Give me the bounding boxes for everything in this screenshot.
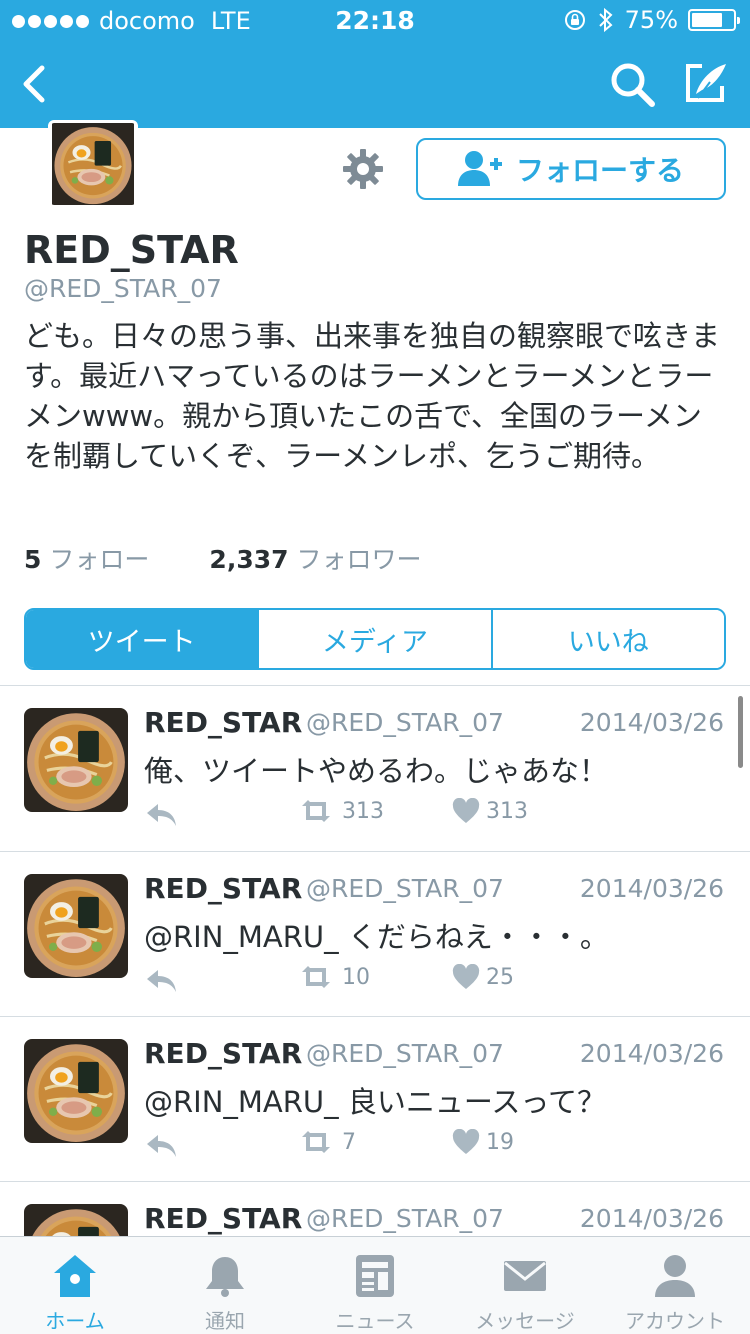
tab-media[interactable]: メディア [257,610,491,668]
tab-messages[interactable]: メッセージ [450,1237,600,1334]
profile-bio: ども。日々の思う事、出来事を独自の観察眼で呟きます。最近ハマっているのはラーメン… [24,319,721,473]
tab-label: 通知 [205,1309,245,1333]
follow-button[interactable]: フォローする [416,138,726,200]
reply-icon[interactable] [144,966,178,994]
tab-label: ニュース [335,1309,415,1333]
tab-tweets[interactable]: ツイート [26,610,258,668]
like-button[interactable]: 19 [452,1129,514,1155]
following-label: フォロー [49,545,150,574]
like-button[interactable]: 25 [452,964,514,990]
tab-label: アカウント [625,1309,725,1333]
tweet-item[interactable]: RED_STAR @RED_STAR_07 2014/03/26 [0,1182,750,1236]
tab-notifications[interactable]: 通知 [150,1237,300,1334]
tab-account[interactable]: アカウント [600,1237,750,1334]
tab-home[interactable]: ホーム [0,1237,150,1334]
search-icon[interactable] [608,60,656,108]
status-bar: docomo LTE 22:18 75% [0,0,750,40]
tweet-avatar[interactable] [24,1204,128,1236]
retweet-button[interactable]: 10 [296,964,370,990]
tweet-date: 2014/03/26 [579,1039,724,1068]
tweet-text: @RIN_MARU_ 良いニュースって？ [144,1085,606,1119]
tweet-author-handle: @RED_STAR_07 [306,1039,504,1068]
like-count: 25 [486,964,514,990]
followers-count: 2,337 [209,545,289,574]
reply-icon[interactable] [144,1131,178,1159]
retweet-icon [302,966,330,988]
tab-likes[interactable]: いいね [490,610,724,668]
tweet-text: 俺、ツイートやめるわ。じゃあな！ [144,754,609,788]
tweet-text: @RIN_MARU_ くだらねえ・・・。 [144,920,609,954]
compose-icon[interactable] [680,58,730,108]
profile-segment-control: ツイート メディア いいね [24,608,726,670]
home-icon [54,1255,96,1297]
retweet-count: 313 [342,798,384,824]
tweet-date: 2014/03/26 [579,1204,724,1233]
tweet-avatar[interactable] [24,874,128,978]
heart-icon [452,964,480,989]
like-button[interactable]: 313 [452,798,528,824]
tab-label: ホーム [45,1309,105,1333]
follow-counts: 5 フォロー 2,337 フォロワー [24,540,422,576]
news-icon [356,1255,394,1297]
tweet-avatar[interactable] [24,708,128,812]
retweet-icon [302,800,330,822]
tweet-item[interactable]: RED_STAR @RED_STAR_07 2014/03/26 俺、ツイートや… [0,686,750,852]
tweet-author-handle: @RED_STAR_07 [306,708,504,737]
profile-handle: @RED_STAR_07 [24,274,222,303]
retweet-icon [302,1131,330,1153]
top-bar: docomo LTE 22:18 75% [0,0,750,128]
gear-icon[interactable] [342,148,384,190]
status-right: 75% [563,6,740,34]
heart-icon [452,1129,480,1154]
tab-news[interactable]: ニュース [300,1237,450,1334]
tweet-item[interactable]: RED_STAR @RED_STAR_07 2014/03/26 @RIN_MA… [0,1017,750,1183]
tweet-avatar[interactable] [24,1039,128,1143]
retweet-count: 10 [342,964,370,990]
following-count-link[interactable]: 5 フォロー [24,540,149,576]
tweet-author-handle: @RED_STAR_07 [306,1204,504,1233]
bell-icon [206,1257,244,1297]
profile-avatar[interactable] [48,120,138,208]
followers-count-link[interactable]: 2,337 フォロワー [209,540,421,576]
tweet-author-name: RED_STAR [144,872,303,905]
tweet-date: 2014/03/26 [579,874,724,903]
like-count: 19 [486,1129,514,1155]
followers-label: フォロワー [296,545,422,574]
following-count: 5 [24,545,42,574]
tweet-author-name: RED_STAR [144,1037,303,1070]
follow-button-label: フォローする [515,154,684,187]
tweet-date: 2014/03/26 [579,708,724,737]
envelope-icon [504,1261,546,1291]
reply-icon[interactable] [144,800,178,828]
retweet-button[interactable]: 7 [296,1129,356,1155]
tweet-author-name: RED_STAR [144,706,303,739]
like-count: 313 [486,798,528,824]
bottom-tab-bar: ホーム 通知 ニュース メッセージ アカウント [0,1236,750,1334]
battery-percent: 75% [624,6,678,34]
rotation-lock-icon [564,10,585,30]
scrollbar[interactable] [738,696,743,768]
retweet-count: 7 [342,1129,356,1155]
person-icon [655,1255,695,1297]
heart-icon [452,798,480,823]
bluetooth-icon [598,7,613,33]
back-arrow-icon[interactable] [14,60,54,108]
retweet-button[interactable]: 313 [296,798,384,824]
tab-label: メッセージ [475,1309,575,1333]
add-user-icon [457,151,502,186]
tweet-author-name: RED_STAR [144,1202,303,1235]
tweet-item[interactable]: RED_STAR @RED_STAR_07 2014/03/26 @RIN_MA… [0,852,750,1018]
tweet-author-handle: @RED_STAR_07 [306,874,504,903]
battery-fill [692,13,722,27]
battery-icon [688,9,740,31]
profile-name: RED_STAR [24,228,239,272]
